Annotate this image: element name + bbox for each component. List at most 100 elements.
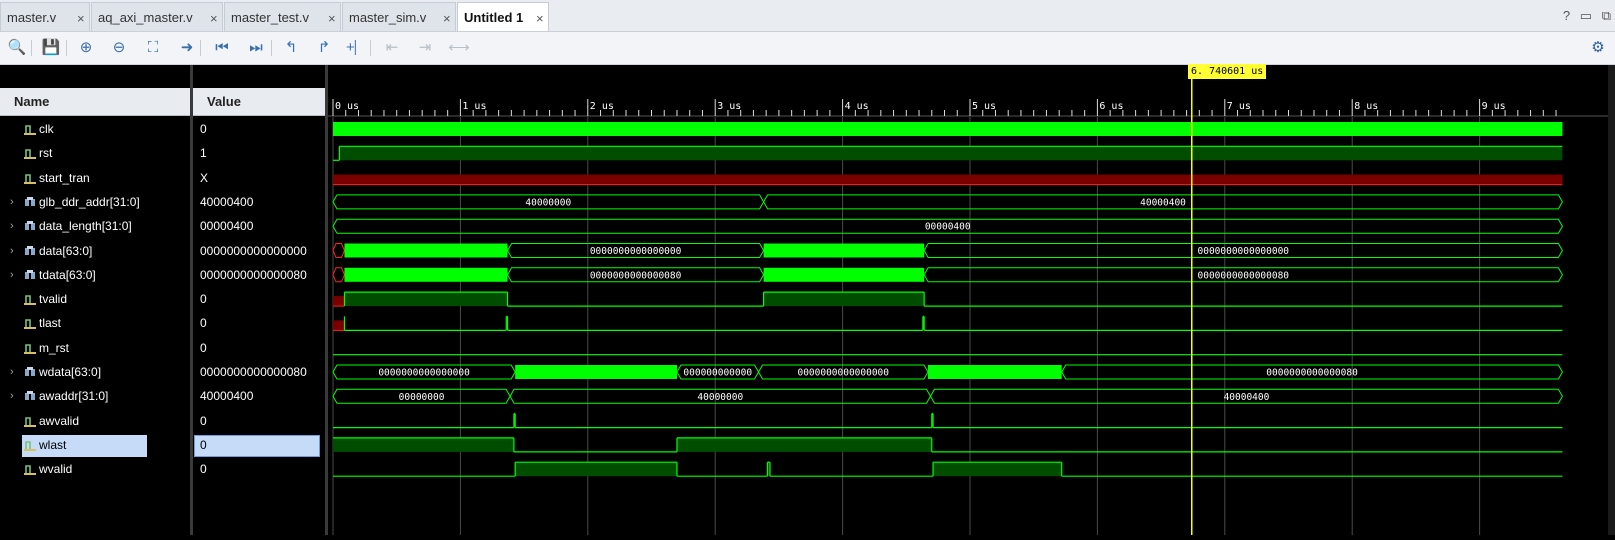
signal-name: glb_ddr_addr[31:0]	[39, 194, 140, 209]
toolbar-separator	[271, 40, 272, 56]
bit-signal-icon	[24, 295, 36, 306]
search-icon[interactable]: 🔍	[6, 37, 28, 59]
signal-name: m_rst	[39, 340, 69, 355]
high-segment	[676, 437, 932, 452]
go-to-cursor-icon[interactable]: ➜	[176, 37, 198, 59]
tab-label: master_test.v	[231, 10, 310, 25]
time-tick-label: 5 us	[972, 101, 996, 112]
bus-segment-value: 40000000	[697, 392, 743, 403]
undefined-bus-segment	[332, 243, 346, 258]
go-to-last-time-icon[interactable]: ⏭	[245, 37, 267, 59]
signal-value-row[interactable]: 40000400	[193, 385, 325, 407]
expand-chevron-icon[interactable]: ›	[10, 215, 14, 237]
signal-name: tlast	[39, 316, 62, 331]
signal-value-row[interactable]: 0	[193, 458, 325, 480]
zoom-out-icon[interactable]: ⊖	[108, 37, 130, 59]
bit-signal-icon	[24, 465, 36, 476]
signal-row[interactable]: › tdata[63:0]	[0, 264, 190, 286]
signal-value-row[interactable]: 0	[193, 410, 325, 432]
help-icon[interactable]: ?	[1563, 8, 1570, 23]
signal-row[interactable]: › data_length[31:0]	[0, 215, 190, 237]
bus-segment-value: 40000400	[1224, 392, 1270, 403]
save-icon[interactable]: 💾	[40, 37, 62, 59]
tab-2[interactable]: aq_axi_master.v ×	[91, 2, 223, 31]
signal-name: wdata[63:0]	[39, 365, 102, 379]
dense-activity-segment	[763, 267, 925, 282]
signal-name: tdata[63:0]	[39, 267, 96, 282]
signal-row[interactable]: › wdata[63:0]	[0, 361, 190, 383]
cursor-time-label[interactable]: 6. 740601 us	[1188, 64, 1267, 79]
close-icon[interactable]: ×	[536, 11, 544, 26]
high-segment	[339, 146, 1563, 161]
signal-row[interactable]: awvalid	[0, 410, 190, 432]
tab-3[interactable]: master_test.v ×	[224, 2, 341, 31]
tab-5[interactable]: Untitled 1 ×	[457, 2, 549, 31]
close-icon[interactable]: ×	[443, 11, 451, 26]
signal-value-row[interactable]: 0000000000000000	[193, 240, 325, 262]
next-marker-icon: ⇥	[418, 39, 432, 56]
signal-row[interactable]: tlast	[0, 312, 190, 334]
bit-signal-icon	[24, 173, 36, 184]
signal-row[interactable]: wlast	[0, 434, 190, 457]
signal-row[interactable]: tvalid	[0, 288, 190, 310]
swap-cursors-icon: ⟷	[448, 39, 470, 56]
zoom-in-icon[interactable]: ⊕	[75, 37, 97, 59]
previous-transition-icon[interactable]: ↰	[280, 37, 302, 59]
restore-icon[interactable]: ▭	[1580, 8, 1592, 23]
waveform-toolbar: 🔍 💾 ⊕ ⊖ ⛶ ➜ ⏮ ⏭ ↰ ↱ +⎸ ⇤ ⇥ ⟷ ⚙	[0, 32, 1615, 65]
signal-row[interactable]: start_tran	[0, 167, 190, 189]
close-icon[interactable]: ×	[210, 11, 218, 26]
tab-4[interactable]: master_sim.v ×	[342, 2, 456, 31]
expand-chevron-icon[interactable]: ›	[10, 191, 14, 213]
expand-chevron-icon[interactable]: ›	[10, 385, 14, 407]
expand-chevron-icon[interactable]: ›	[10, 240, 14, 262]
zoom-fit-icon[interactable]: ⛶	[142, 37, 164, 59]
bit-signal-icon	[24, 319, 36, 330]
signal-value-row[interactable]: X	[193, 167, 325, 189]
signal-row[interactable]: m_rst	[0, 337, 190, 359]
name-column-header[interactable]: Name	[0, 88, 190, 116]
go-to-time-zero-icon[interactable]: ⏮	[211, 37, 233, 59]
expand-chevron-icon[interactable]: ›	[10, 264, 14, 286]
signal-row[interactable]: wvalid	[0, 458, 190, 480]
bus-segment-value: 0000000000000080	[590, 270, 682, 281]
clock-wave	[333, 122, 1563, 136]
bus-segment-value: 0000000000000080	[1198, 270, 1290, 281]
bus-segment-value: 00000000	[399, 392, 445, 403]
tab-label: master_sim.v	[349, 10, 427, 25]
tab-1[interactable]: master.v ×	[0, 2, 90, 31]
vertical-scrollbar	[1608, 65, 1615, 535]
expand-chevron-icon[interactable]: ›	[10, 361, 14, 383]
signal-value-row[interactable]: 0000000000000080	[193, 264, 325, 286]
toolbar-separator	[200, 40, 201, 56]
float-icon[interactable]: ⧉	[1602, 8, 1611, 23]
bus-signal-icon	[25, 367, 35, 376]
time-tick-label: 4 us	[845, 101, 869, 112]
bus-signal-icon	[25, 269, 35, 279]
signal-value-row[interactable]: 0	[193, 312, 325, 334]
signal-value-row[interactable]: 0000000000000080	[193, 361, 325, 383]
signal-value-row[interactable]: 0	[193, 288, 325, 310]
signal-value-row[interactable]: 1	[193, 142, 325, 164]
signal-row[interactable]: › awaddr[31:0]	[0, 385, 190, 407]
bit-signal-icon	[24, 149, 36, 160]
value-column-header[interactable]: Value	[193, 88, 325, 116]
waveform-canvas[interactable]: 0 us 1 us 2 us 3 us 4 us 5 us 6 us 7 us 8 us 9 us…	[328, 65, 1615, 535]
signal-row[interactable]: rst	[0, 142, 190, 164]
close-icon[interactable]: ×	[77, 11, 85, 26]
time-tick-label: 9 us	[1482, 101, 1506, 112]
next-transition-icon[interactable]: ↱	[313, 37, 335, 59]
signal-row[interactable]: clk	[0, 118, 190, 140]
add-marker-icon[interactable]: +⎸	[346, 37, 370, 59]
signal-row[interactable]: › data[63:0]	[0, 240, 190, 262]
close-icon[interactable]: ×	[328, 11, 336, 26]
signal-row[interactable]: › glb_ddr_addr[31:0]	[0, 191, 190, 213]
signal-name-panel: Name clk rst start_tran › glb_ddr_addr[31:0]…	[0, 65, 190, 535]
gear-icon[interactable]: ⚙	[1587, 37, 1609, 59]
bus-signal-icon	[25, 221, 35, 231]
signal-value-row[interactable]: 40000400	[193, 191, 325, 213]
signal-value-row[interactable]: 0	[193, 434, 325, 457]
signal-value-row[interactable]: 00000400	[193, 215, 325, 237]
signal-value-row[interactable]: 0	[193, 337, 325, 359]
signal-value-row[interactable]: 0	[193, 118, 325, 140]
